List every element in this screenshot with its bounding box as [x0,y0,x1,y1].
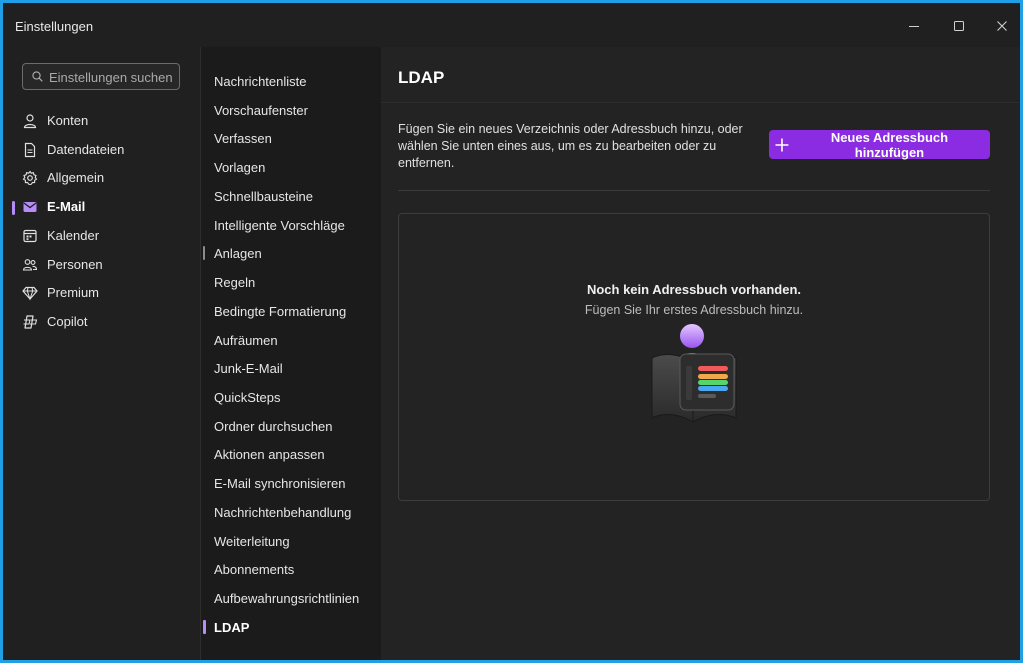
email-settings-subnav: Nachrichtenliste Vorschaufenster Verfass… [200,47,382,660]
nav-item-label: E-Mail [47,199,86,214]
settings-nav: Konten Datendateien Allgemein E-Mail [3,47,200,660]
close-button[interactable] [987,13,1017,39]
nav-item-label: Allgemein [47,170,105,185]
copilot-icon [23,315,38,329]
nav-item-label: Konten [47,113,89,128]
divider [398,190,990,191]
subnav-item-label: LDAP [214,620,250,635]
page-title: LDAP [398,68,445,87]
maximize-icon [954,21,964,31]
address-book-empty-state: Noch kein Adressbuch vorhanden. Fügen Si… [398,213,990,501]
hover-indicator [203,246,205,260]
subnav-item-label: Aktionen anpassen [214,447,325,462]
subnav-item-label: Intelligente Vorschläge [214,218,345,233]
plus-icon [775,138,789,151]
subnav-item-label: Aufbewahrungsrichtlinien [214,591,360,606]
nav-item-label: Premium [47,285,100,300]
empty-state-title: Noch kein Adressbuch vorhanden. [586,282,802,297]
nav-item-premium[interactable]: Premium [3,280,200,306]
nav-item-email[interactable]: E-Mail [3,194,200,220]
settings-window: Einstellungen Konten [3,3,1020,660]
subnav-item-aufraeumen[interactable]: Aufräumen [201,326,381,354]
subnav-item-weiterleitung[interactable]: Weiterleitung [201,527,381,555]
window-title: Einstellungen [15,19,94,34]
subnav-item-anlagen[interactable]: Anlagen [201,239,381,267]
close-icon [997,21,1007,31]
subnav-item-regeln[interactable]: Regeln [201,268,381,296]
nav-item-personen[interactable]: Personen [3,252,200,278]
empty-state-subtitle: Fügen Sie Ihr erstes Adressbuch hinzu. [584,303,804,317]
search-icon [32,71,43,82]
nav-item-label: Kalender [47,228,100,243]
nav-item-konten[interactable]: Konten [3,108,200,134]
subnav-item-vorlagen[interactable]: Vorlagen [201,153,381,181]
subnav-item-intelligente-vorschlaege[interactable]: Intelligente Vorschläge [201,211,381,239]
subnav-item-label: Weiterleitung [214,534,290,549]
minimize-button[interactable] [899,13,929,39]
subnav-item-label: Nachrichtenliste [214,74,307,89]
active-indicator [12,201,15,215]
subnav-item-label: Anlagen [214,246,262,261]
add-address-book-button[interactable]: Neues Adressbuch hinzufügen [769,129,990,160]
subnav-item-label: Vorlagen [214,160,266,175]
subnav-item-label: Junk-E-Mail [214,361,283,376]
nav-item-copilot[interactable]: Copilot [3,309,200,335]
add-address-book-label: Neues Adressbuch hinzufügen [830,129,949,160]
nav-item-datendateien[interactable]: Datendateien [3,137,200,163]
subnav-item-schnellbausteine[interactable]: Schnellbausteine [201,182,381,210]
title-bar: Einstellungen [3,3,1020,47]
subnav-item-aufbewahrungsrichtlinien[interactable]: Aufbewahrungsrichtlinien [201,584,381,612]
subnav-item-label: Schnellbausteine [214,189,314,204]
address-book-illustration [651,324,737,423]
calendar-icon [23,229,37,243]
subnav-item-label: Bedingte Formatierung [214,304,347,319]
subnav-item-junk-email[interactable]: Junk-E-Mail [201,354,381,382]
minimize-icon [909,26,919,27]
subnav-item-quicksteps[interactable]: QuickSteps [201,383,381,411]
subnav-item-bedingte-formatierung[interactable]: Bedingte Formatierung [201,297,381,325]
search-input[interactable] [47,67,179,88]
subnav-item-abonnements[interactable]: Abonnements [201,555,381,583]
subnav-item-email-synchronisieren[interactable]: E-Mail synchronisieren [201,469,381,497]
subnav-item-label: Abonnements [214,562,295,577]
ldap-description: Fügen Sie ein neues Verzeichnis oder Adr… [398,122,743,170]
subnav-item-label: Vorschaufenster [214,103,308,118]
active-indicator [203,620,206,634]
nav-item-label: Personen [47,257,103,272]
gear-icon [22,170,38,186]
subnav-item-label: Verfassen [214,131,272,146]
subnav-item-label: QuickSteps [214,390,281,405]
nav-item-label: Datendateien [47,142,125,157]
person-icon [23,114,37,129]
people-icon [22,259,38,271]
maximize-button[interactable] [944,13,974,39]
subnav-item-label: Ordner durchsuchen [214,419,333,434]
diamond-icon [22,286,38,301]
nav-item-kalender[interactable]: Kalender [3,223,200,249]
subnav-item-verfassen[interactable]: Verfassen [201,124,381,152]
panel-header: LDAP [381,47,1020,103]
subnav-item-nachrichtenbehandlung[interactable]: Nachrichtenbehandlung [201,498,381,526]
subnav-item-nachrichtenliste[interactable]: Nachrichtenliste [201,67,381,95]
subnav-item-ordner-durchsuchen[interactable]: Ordner durchsuchen [201,412,381,440]
nav-item-allgemein[interactable]: Allgemein [3,165,200,191]
mail-icon [23,202,37,212]
document-icon [24,142,36,158]
subnav-item-label: Regeln [214,275,256,290]
nav-item-label: Copilot [47,314,88,329]
subnav-item-label: Aufräumen [214,333,278,348]
subnav-item-label: E-Mail synchronisieren [214,476,346,491]
subnav-item-vorschaufenster[interactable]: Vorschaufenster [201,96,381,124]
settings-search[interactable] [22,63,180,90]
subnav-item-label: Nachrichtenbehandlung [214,505,352,520]
subnav-item-aktionen-anpassen[interactable]: Aktionen anpassen [201,440,381,468]
ldap-settings-panel: LDAP Fügen Sie ein neues Verzeichnis ode… [381,47,1020,660]
subnav-item-ldap[interactable]: LDAP [201,613,381,641]
